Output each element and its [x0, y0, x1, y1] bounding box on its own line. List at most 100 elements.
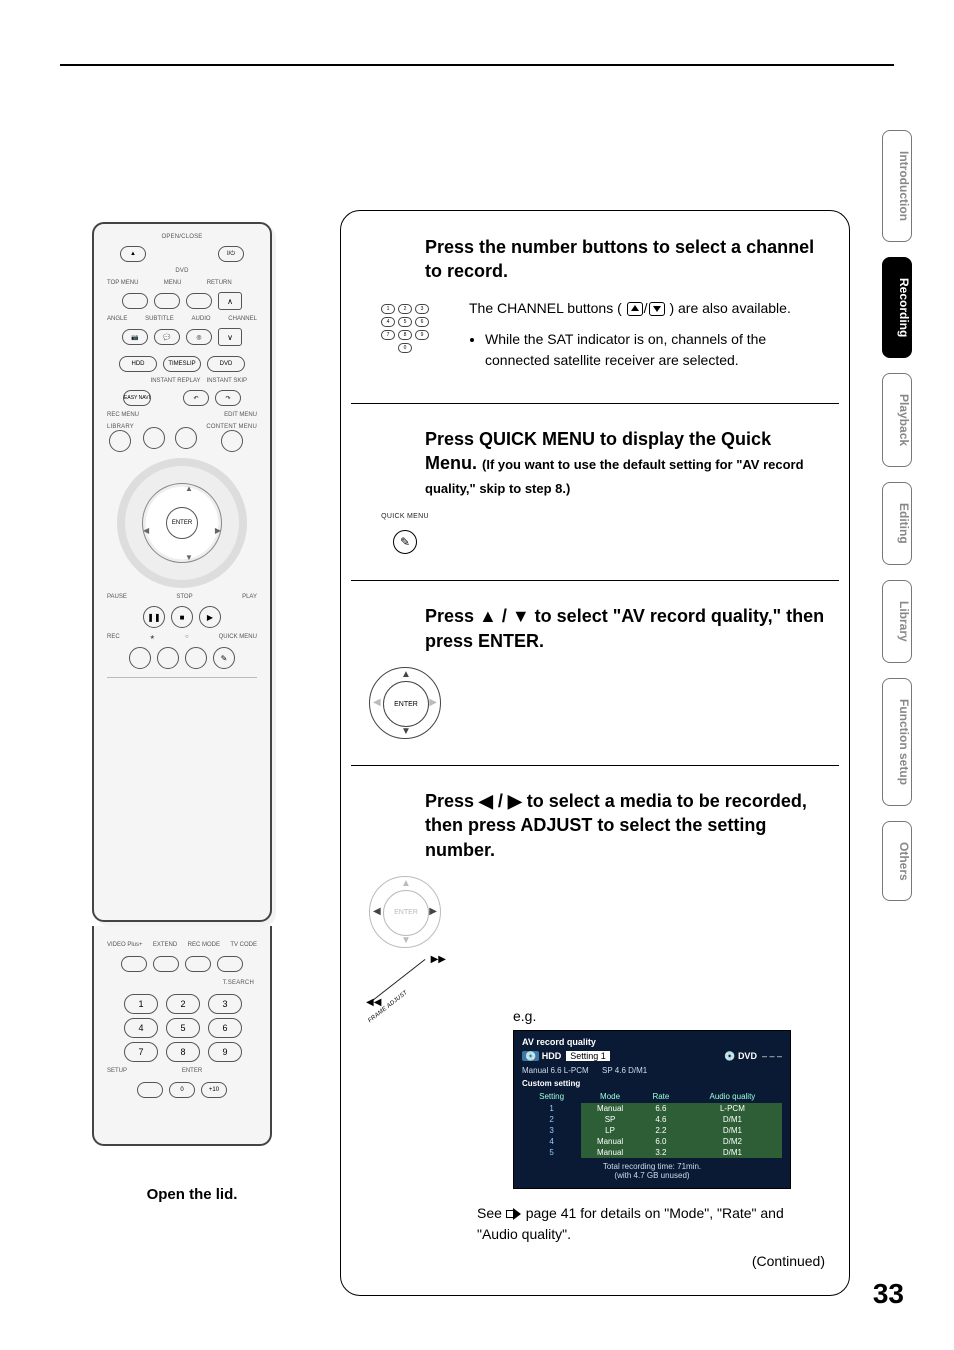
dpad-enter-dim: ENTER: [383, 890, 429, 936]
tab-function-setup[interactable]: Function setup: [882, 678, 912, 806]
remote-frame: OPEN/CLOSE ▲ I/⏻ DVD TOP MENU MENU RETUR…: [92, 222, 272, 922]
page-number: 33: [873, 1278, 904, 1310]
btn-play-icon: ▶: [199, 606, 221, 628]
lid-key-5: 5: [166, 1018, 200, 1038]
btn-menu: [154, 293, 180, 309]
step-7: Press ◀ / ▶ to select a media to be reco…: [341, 765, 849, 1295]
step-4-text: The CHANNEL buttons ( / ) are also avail…: [469, 298, 825, 377]
label-instant-skip: INSTANT SKIP: [207, 378, 247, 384]
rt-sp-line: SP 4.6 D/M1: [602, 1066, 647, 1075]
top-rule: [60, 64, 894, 66]
btn-instant-skip-icon: ↷: [215, 390, 241, 406]
steps-panel: Press the number buttons to select a cha…: [340, 210, 850, 1296]
label-quick-menu: QUICK MENU: [219, 634, 257, 641]
label-stop: STOP: [176, 594, 192, 600]
btn-return: [186, 293, 212, 309]
btn-rec: [129, 647, 151, 669]
tab-recording[interactable]: Recording: [882, 257, 912, 358]
open-the-lid-caption: Open the lid.: [92, 1186, 292, 1203]
btn-library: [109, 430, 131, 452]
label-menu: MENU: [164, 280, 182, 286]
tab-library[interactable]: Library: [882, 580, 912, 663]
lid-numpad: 1 2 3 4 5 6 7 8 9: [124, 994, 240, 1060]
step-6-heading: Press ▲ / ▼ to select "AV record quality…: [425, 604, 825, 653]
rt-title: AV record quality: [522, 1037, 782, 1047]
label-play: PLAY: [242, 594, 257, 600]
tab-others[interactable]: Others: [882, 821, 912, 902]
rt-total2: (with 4.7 GB unused): [522, 1171, 782, 1180]
step-4: Press the number buttons to select a cha…: [341, 211, 849, 403]
label-subtitle: SUBTITLE: [145, 316, 174, 322]
rt-dvd-value: – – –: [762, 1051, 782, 1061]
tab-editing[interactable]: Editing: [882, 482, 912, 565]
numpad-icon: 1 2 3 4 5 6 7 8 9 0: [381, 298, 429, 353]
label-edit-menu: EDIT MENU: [224, 412, 257, 418]
btn-easy-navi: EASY NAVI: [123, 390, 151, 406]
label-channel: CHANNEL: [228, 316, 257, 322]
numkey-icon: 0: [398, 343, 412, 353]
numkey-icon: 8: [398, 330, 412, 340]
numkey-icon: 1: [381, 304, 395, 314]
remote-illustration: OPEN/CLOSE ▲ I/⏻ DVD TOP MENU MENU RETUR…: [92, 222, 292, 1203]
label-rec-mode: REC MODE: [188, 942, 220, 948]
quick-menu-label: QUICK MENU: [381, 513, 429, 520]
btn-rec-menu: [143, 427, 165, 449]
rt-setting: Setting 1: [566, 1051, 610, 1061]
tab-introduction[interactable]: Introduction: [882, 130, 912, 242]
step-6-illus: ▲ ▼ ◀ ▶ ENTER: [365, 667, 445, 739]
btn-ch-up-icon: ∧: [218, 292, 242, 310]
btn-edit-menu: [175, 427, 197, 449]
btn-pause-icon: ❚❚: [143, 606, 165, 628]
btn-tv-code: [217, 956, 243, 972]
step-4-illus: 1 2 3 4 5 6 7 8 9 0: [365, 298, 445, 377]
label-rec: REC: [107, 634, 120, 641]
numkey-icon: 2: [398, 304, 412, 314]
dpad-enter-label: ENTER: [383, 681, 429, 727]
channel-down-icon: [649, 302, 665, 316]
btn-setup: [137, 1082, 163, 1098]
step-7-illus: ▲ ▼ ◀ ▶ ENTER ◀◀ ▶▶ FRAME ADJUST: [365, 876, 445, 1008]
btn-plus10: +10: [201, 1082, 227, 1098]
btn-video-plus: [121, 956, 147, 972]
channel-up-icon: [627, 302, 643, 316]
step-4-heading: Press the number buttons to select a cha…: [425, 235, 825, 284]
lid-key-2: 2: [166, 994, 200, 1014]
rt-manual-line: Manual 6.6 L-PCM: [522, 1066, 589, 1075]
btn-eject-icon: ▲: [120, 246, 146, 262]
lid-key-4: 4: [124, 1018, 158, 1038]
btn-hdd: HDD: [119, 356, 157, 372]
label-top-menu: TOP MENU: [107, 280, 138, 286]
table-row: 4Manual6.0D/M2: [522, 1136, 782, 1147]
label-extend: EXTEND: [153, 942, 177, 948]
lid-key-1: 1: [124, 994, 158, 1014]
rt-grid: Setting Mode Rate Audio quality 1Manual6…: [522, 1090, 782, 1158]
numkey-icon: 3: [415, 304, 429, 314]
page-ref-arrow-icon: [506, 1208, 522, 1220]
lid-key-3: 3: [208, 994, 242, 1014]
lid-key-7: 7: [124, 1042, 158, 1062]
label-video-plus: VIDEO Plus+: [107, 942, 143, 948]
continued-label: (Continued): [365, 1253, 825, 1269]
nav-ring: ▲ ▼ ◀ ▶ ENTER: [117, 458, 247, 588]
label-return: RETURN: [207, 280, 232, 286]
rt-dvd: DVD: [738, 1051, 757, 1061]
btn-star: [157, 647, 179, 669]
lid-key-6: 6: [208, 1018, 242, 1038]
lid-key-9: 9: [208, 1042, 242, 1062]
remote-lid: VIDEO Plus+ EXTEND REC MODE TV CODE T.SE…: [92, 926, 272, 1146]
tab-playback[interactable]: Playback: [882, 373, 912, 467]
btn-content-menu: [221, 430, 243, 452]
nav-mid-ring: ENTER: [142, 483, 222, 563]
rt-hdd: HDD: [542, 1051, 562, 1061]
btn-top-menu: [122, 293, 148, 309]
numkey-icon: 6: [415, 317, 429, 327]
step-7-heading: Press ◀ / ▶ to select a media to be reco…: [425, 789, 825, 862]
label-lid-enter: ENTER: [182, 1068, 202, 1074]
numkey-icon: 4: [381, 317, 395, 327]
btn-circle: [185, 647, 207, 669]
label-pause: PAUSE: [107, 594, 127, 600]
quick-menu-icon: ✎: [393, 530, 417, 554]
rt-total1: Total recording time: 71min.: [522, 1162, 782, 1171]
label-tv-code: TV CODE: [230, 942, 257, 948]
table-row: 5Manual3.2D/M1: [522, 1147, 782, 1158]
